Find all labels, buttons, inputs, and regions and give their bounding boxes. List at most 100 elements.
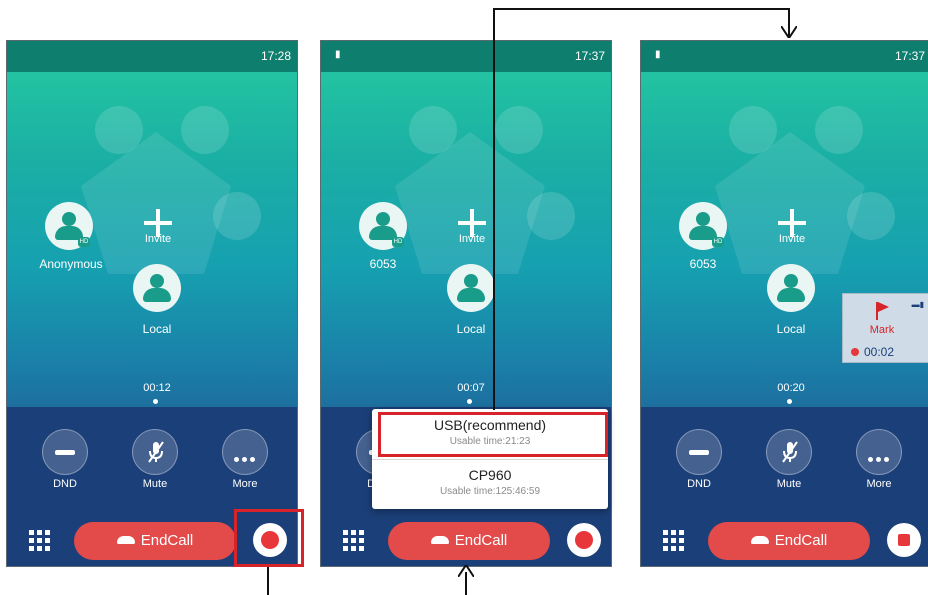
more-circle	[856, 429, 902, 475]
dnd-circle	[42, 429, 88, 475]
status-bar: 17:28	[7, 41, 297, 72]
local-name: Local	[142, 322, 172, 336]
local-avatar[interactable]	[133, 264, 181, 312]
more-label: More	[232, 478, 258, 490]
connector-line	[267, 567, 269, 595]
mute-circle	[132, 429, 178, 475]
connector-line	[493, 8, 790, 10]
more-label: More	[866, 478, 892, 490]
more-circle	[222, 429, 268, 475]
recording-elapsed: 00:02	[864, 345, 895, 359]
remote-avatar[interactable]: HD	[359, 202, 407, 250]
call-area: Invite HD 6053 Local 00:07	[321, 72, 611, 448]
dnd-icon	[55, 450, 75, 455]
dnd-label: DND	[53, 478, 77, 490]
avatar-head	[784, 274, 798, 288]
dnd-icon	[689, 450, 709, 455]
keypad-icon[interactable]	[343, 530, 364, 551]
up-arrow-icon	[458, 565, 474, 577]
empty-slot	[181, 106, 229, 154]
status-time: 17:37	[894, 49, 925, 63]
usb-icon: ▮	[655, 49, 661, 60]
phone-screen-1: 17:28 Invite HD Anonymous Local 00:12 DN…	[6, 40, 298, 567]
local-name: Local	[776, 322, 806, 336]
more-button[interactable]: More	[849, 429, 909, 490]
dnd-button[interactable]: DND	[669, 429, 729, 490]
empty-slot	[527, 192, 575, 240]
mute-label: Mute	[776, 478, 802, 490]
stop-icon	[898, 534, 910, 546]
storage-option-subtitle: Usable time:125:46:59	[439, 486, 541, 497]
mark-label[interactable]: Mark	[843, 324, 921, 336]
avatar-body	[457, 288, 485, 302]
usb-icon: ▬▮	[911, 300, 924, 309]
more-dots-icon	[868, 449, 892, 467]
remote-name: 6053	[689, 257, 717, 271]
local-avatar[interactable]	[447, 264, 495, 312]
avatar-head	[376, 212, 390, 226]
stop-record-button[interactable]	[887, 523, 921, 557]
end-call-label: EndCall	[140, 532, 194, 549]
hd-badge: HD	[712, 237, 724, 247]
more-dots-icon	[234, 449, 258, 467]
end-call-button[interactable]: EndCall	[388, 522, 550, 560]
mark-flag-icon[interactable]	[876, 302, 889, 320]
down-arrow-icon	[781, 26, 797, 38]
empty-slot	[815, 106, 863, 154]
dnd-label: DND	[687, 478, 711, 490]
mute-mic-icon	[782, 441, 798, 463]
end-call-button[interactable]: EndCall	[74, 522, 236, 560]
mute-mic-icon	[148, 441, 164, 463]
call-area: Invite HD Anonymous Local 00:12	[7, 72, 297, 448]
usb-option-highlight	[378, 412, 608, 457]
mute-label: Mute	[142, 478, 168, 490]
mute-button[interactable]: Mute	[759, 429, 819, 490]
page-dot	[467, 399, 472, 404]
hd-badge: HD	[392, 237, 404, 247]
avatar-head	[62, 212, 76, 226]
record-button[interactable]	[567, 523, 601, 557]
status-bar: ▮ 17:37	[641, 41, 928, 72]
avatar-head	[696, 212, 710, 226]
invite-label: Invite	[144, 233, 172, 245]
keypad-icon[interactable]	[663, 530, 684, 551]
local-avatar[interactable]	[767, 264, 815, 312]
handset-icon	[750, 536, 769, 545]
empty-slot	[847, 192, 895, 240]
call-duration: 00:07	[457, 382, 485, 394]
remote-avatar[interactable]: HD	[45, 202, 93, 250]
call-area: Invite HD 6053 Local 00:20	[641, 72, 928, 448]
avatar-head	[464, 274, 478, 288]
remote-name: 6053	[369, 257, 397, 271]
empty-slot	[729, 106, 777, 154]
local-name: Local	[456, 322, 486, 336]
status-bar: ▮ 17:37	[321, 41, 611, 72]
remote-avatar[interactable]: HD	[679, 202, 727, 250]
keypad-icon[interactable]	[29, 530, 50, 551]
more-button[interactable]: More	[215, 429, 275, 490]
empty-slot	[409, 106, 457, 154]
recording-panel: ▬▮ Mark 00:02	[842, 293, 928, 363]
mute-button[interactable]: Mute	[125, 429, 185, 490]
avatar-head	[150, 274, 164, 288]
dnd-circle	[676, 429, 722, 475]
page-dot	[153, 399, 158, 404]
handset-icon	[430, 536, 449, 545]
end-call-button[interactable]: EndCall	[708, 522, 870, 560]
call-duration: 00:12	[143, 382, 171, 394]
end-call-label: EndCall	[774, 532, 828, 549]
status-time: 17:37	[574, 49, 605, 63]
avatar-body	[777, 288, 805, 302]
hd-badge: HD	[78, 237, 90, 247]
recording-dot-icon	[851, 348, 859, 356]
record-icon	[575, 531, 593, 549]
end-call-label: EndCall	[454, 532, 508, 549]
status-time: 17:28	[260, 49, 291, 63]
dnd-button[interactable]: DND	[35, 429, 95, 490]
connector-line	[493, 8, 495, 410]
handset-icon	[116, 536, 135, 545]
storage-option-cp960[interactable]: CP960 Usable time:125:46:59	[372, 467, 608, 497]
empty-slot	[95, 106, 143, 154]
invite-label: Invite	[778, 233, 806, 245]
storage-option-title: CP960	[468, 467, 512, 483]
